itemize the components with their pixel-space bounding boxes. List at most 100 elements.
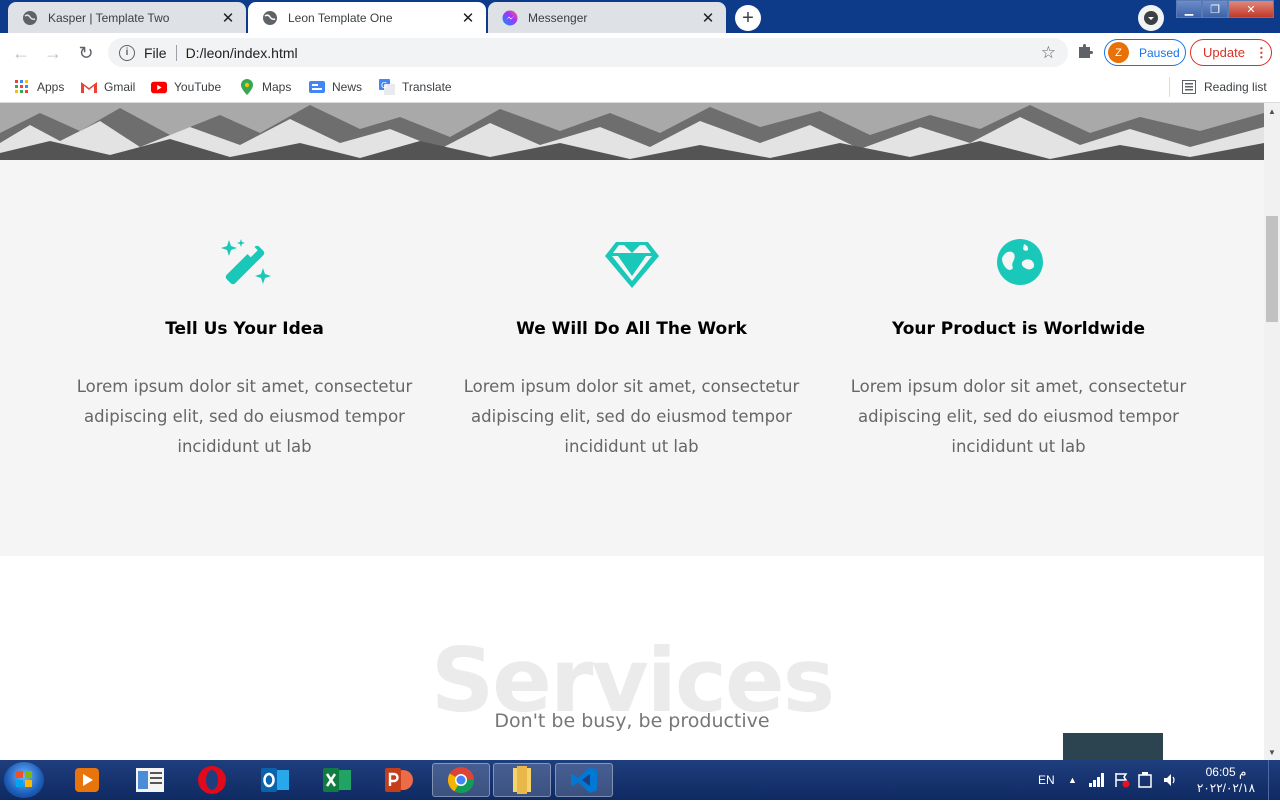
profile-button[interactable]: Z Paused bbox=[1104, 39, 1186, 66]
close-icon[interactable]: ✕ bbox=[700, 10, 716, 27]
arrow-right-icon: → bbox=[44, 42, 62, 63]
more-vert-icon: ⋮ bbox=[1254, 44, 1268, 60]
vscode-icon bbox=[571, 767, 597, 793]
restore-icon: ❐ bbox=[1210, 3, 1220, 16]
url-text[interactable]: D:/leon/index.html bbox=[186, 45, 298, 61]
forward-button[interactable]: → bbox=[41, 41, 65, 65]
info-icon[interactable]: i bbox=[119, 44, 135, 61]
start-button[interactable] bbox=[4, 762, 44, 798]
feature-text: Lorem ipsum dolor sit amet, consectetur … bbox=[463, 377, 800, 456]
close-icon[interactable]: ✕ bbox=[220, 10, 236, 27]
gmail-icon bbox=[81, 79, 97, 95]
opera-icon bbox=[198, 766, 226, 794]
power-status[interactable] bbox=[1138, 760, 1152, 800]
reading-list-icon bbox=[1181, 79, 1197, 95]
media-player-icon bbox=[75, 768, 99, 792]
bookmark-label: YouTube bbox=[174, 80, 222, 94]
chevron-down-icon bbox=[1144, 11, 1158, 25]
system-clock[interactable]: 06:05 م ٢٠٢٢/٠٢/١٨ bbox=[1193, 764, 1259, 796]
powerpoint-icon bbox=[385, 768, 413, 792]
network-status[interactable] bbox=[1089, 760, 1105, 800]
back-button[interactable]: ← bbox=[9, 41, 33, 65]
taskbar-file-manager[interactable] bbox=[121, 763, 179, 797]
maps-pin-icon bbox=[239, 79, 255, 95]
speaker-icon bbox=[1164, 774, 1175, 786]
puzzle-icon bbox=[1079, 44, 1093, 58]
page-viewport: Tell Us Your Idea Lorem ipsum dolor sit … bbox=[0, 103, 1264, 760]
globe-icon bbox=[262, 10, 278, 26]
bookmark-youtube[interactable]: YouTube bbox=[151, 77, 221, 97]
address-bar[interactable]: i File D:/leon/index.html ☆ bbox=[108, 38, 1068, 67]
taskbar-media-player[interactable] bbox=[58, 763, 116, 797]
scroll-to-top-button[interactable] bbox=[1063, 733, 1163, 760]
globe-earth-icon bbox=[994, 238, 1046, 290]
tab-strip: Kasper | Template Two ✕ Leon Template On… bbox=[0, 0, 1280, 33]
divider bbox=[1169, 77, 1170, 97]
show-desktop-button[interactable] bbox=[1268, 760, 1280, 800]
bookmark-label: Apps bbox=[37, 80, 65, 94]
tab-search-button[interactable] bbox=[1138, 5, 1164, 31]
bookmark-news[interactable]: News bbox=[309, 77, 362, 97]
youtube-icon bbox=[151, 79, 167, 95]
chevron-up-icon: ▲ bbox=[1068, 775, 1077, 785]
feature-title: Tell Us Your Idea bbox=[165, 319, 324, 339]
minimize-icon: ▁ bbox=[1184, 3, 1194, 16]
language-label: EN bbox=[1038, 773, 1055, 787]
services-subtitle: Don't be busy, be productive bbox=[494, 710, 770, 732]
bookmark-label: Gmail bbox=[104, 80, 136, 94]
tab-kasper-template-two[interactable]: Kasper | Template Two ✕ bbox=[8, 2, 246, 33]
taskbar-opera[interactable] bbox=[183, 763, 241, 797]
language-indicator[interactable]: EN bbox=[1038, 760, 1055, 800]
tab-messenger[interactable]: Messenger ✕ bbox=[488, 2, 726, 33]
diamond-icon bbox=[604, 238, 659, 290]
reload-button[interactable]: ↻ bbox=[74, 41, 98, 65]
translate-icon: G bbox=[379, 79, 395, 95]
feature-title: We Will Do All The Work bbox=[516, 319, 747, 339]
close-window-button[interactable]: ✕ bbox=[1228, 0, 1274, 18]
features-section: Tell Us Your Idea Lorem ipsum dolor sit … bbox=[0, 160, 1264, 556]
excel-icon bbox=[323, 768, 351, 792]
extensions-button[interactable] bbox=[1076, 42, 1096, 62]
svg-text:G: G bbox=[381, 81, 387, 90]
clock-time: 06:05 م bbox=[1205, 765, 1247, 779]
globe-icon bbox=[22, 10, 38, 26]
magic-wand-icon bbox=[219, 238, 271, 290]
feature-text: Lorem ipsum dolor sit amet, consectetur … bbox=[76, 377, 413, 456]
bookmark-star-icon[interactable]: ☆ bbox=[1041, 43, 1056, 63]
taskbar-excel[interactable] bbox=[308, 763, 366, 797]
folder-icon bbox=[513, 766, 531, 794]
taskbar-outlook[interactable] bbox=[246, 763, 304, 797]
bookmark-gmail[interactable]: Gmail bbox=[81, 77, 135, 97]
battery-plug-icon bbox=[1138, 772, 1152, 788]
bookmark-label: Translate bbox=[402, 80, 452, 94]
tab-label: Kasper | Template Two bbox=[48, 10, 170, 25]
bookmark-maps[interactable]: Maps bbox=[239, 77, 291, 97]
maximize-button[interactable]: ❐ bbox=[1202, 0, 1228, 18]
window-controls: ▁ ❐ ✕ bbox=[1176, 0, 1274, 18]
taskbar-folder[interactable] bbox=[493, 763, 551, 797]
arrow-left-icon: ← bbox=[12, 42, 30, 63]
scroll-down-icon[interactable]: ▼ bbox=[1264, 744, 1280, 760]
reading-list-button[interactable]: Reading list bbox=[1181, 77, 1267, 97]
tray-expand-button[interactable]: ▲ bbox=[1068, 760, 1077, 800]
bookmark-label: Maps bbox=[262, 80, 292, 94]
taskbar-vscode[interactable] bbox=[555, 763, 613, 797]
feature-title: Your Product is Worldwide bbox=[891, 319, 1146, 339]
tab-label: Messenger bbox=[528, 10, 588, 25]
minimize-button[interactable]: ▁ bbox=[1176, 0, 1202, 18]
bookmark-apps[interactable]: Apps bbox=[14, 77, 64, 97]
volume-control[interactable] bbox=[1163, 760, 1179, 800]
page-scrollbar[interactable]: ▲ ▼ bbox=[1264, 103, 1280, 760]
taskbar-chrome[interactable] bbox=[432, 763, 490, 797]
new-tab-button[interactable]: + bbox=[735, 5, 761, 31]
scroll-up-icon[interactable]: ▲ bbox=[1264, 103, 1280, 119]
close-icon: ✕ bbox=[1246, 3, 1256, 16]
update-button[interactable]: Update ⋮ bbox=[1190, 39, 1272, 66]
tab-leon-template-one[interactable]: Leon Template One ✕ bbox=[248, 2, 486, 33]
bookmark-translate[interactable]: G Translate bbox=[379, 77, 452, 97]
scrollbar-thumb[interactable] bbox=[1266, 216, 1278, 322]
action-center[interactable] bbox=[1114, 760, 1130, 800]
taskbar-powerpoint[interactable] bbox=[370, 763, 428, 797]
close-icon[interactable]: ✕ bbox=[460, 10, 476, 27]
bookmarks-bar: Apps Gmail YouTube Maps News G Translate bbox=[0, 72, 1280, 103]
